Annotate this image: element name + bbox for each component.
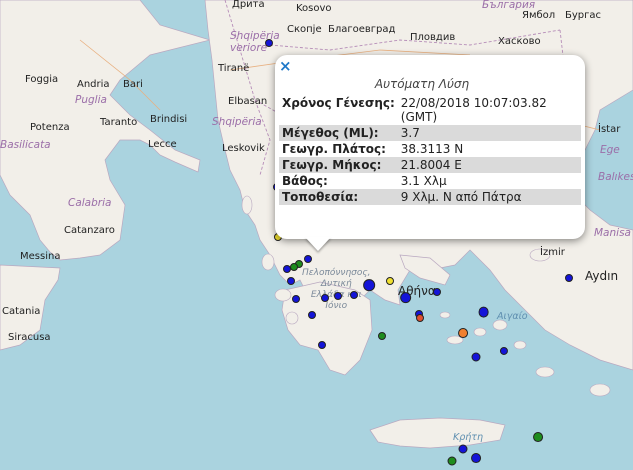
- earthquake-marker[interactable]: [283, 264, 292, 273]
- info-value: 38.3113 N: [400, 142, 464, 156]
- label-ist: İstar: [598, 124, 621, 135]
- label-balikesir: Balıkesir: [598, 171, 633, 183]
- earthquake-marker[interactable]: [432, 287, 441, 296]
- label-puglia: Puglia: [75, 94, 107, 106]
- earthquake-marker[interactable]: [265, 39, 274, 48]
- label-basilicata: Basilicata: [0, 139, 51, 151]
- label-foggia: Foggia: [25, 74, 59, 85]
- popup-title: Αυτόματη Λύση: [374, 77, 470, 91]
- info-key: Τοποθεσία:: [279, 189, 398, 205]
- label-burgas: Бургас: [565, 10, 602, 21]
- info-value: 21.8004 E: [397, 157, 581, 173]
- label-calabria: Calabria: [68, 197, 112, 209]
- earthquake-marker[interactable]: [470, 453, 481, 464]
- label-ege: Ege: [600, 144, 620, 156]
- label-bulgaria: България: [482, 0, 536, 11]
- label-blagoevgrad: Благоевград: [328, 24, 396, 35]
- earthquake-info-popup: × Αυτόματη Λύση Χρόνος Γένεσης: 22/08/201…: [275, 55, 585, 239]
- land-crete: [369, 417, 506, 449]
- label-izmir: İzmir: [540, 247, 565, 258]
- label-aydin: Aydın: [585, 269, 619, 283]
- label-taranto: Taranto: [100, 117, 138, 128]
- earthquake-marker[interactable]: [565, 274, 574, 283]
- earthquake-marker[interactable]: [447, 456, 457, 466]
- label-catanzaro: Catanzaro: [64, 225, 115, 236]
- earthquake-marker[interactable]: [321, 293, 329, 302]
- earthquake-marker[interactable]: [308, 311, 316, 320]
- label-haskovo: Хасково: [498, 36, 541, 47]
- info-row: Βάθος: 3.1 Χλμ: [279, 173, 581, 189]
- label-plovdiv: Пловдив: [410, 32, 456, 43]
- earthquake-marker[interactable]: [471, 352, 481, 362]
- close-icon[interactable]: ×: [279, 57, 292, 75]
- label-lecce: Lecce: [148, 139, 177, 150]
- label-kosovo: Kosovo: [296, 3, 332, 14]
- earthquake-marker[interactable]: [318, 341, 327, 350]
- info-row: Χρόνος Γένεσης: 22/08/2018 10:07:03.82 (G…: [279, 95, 581, 125]
- label-yambol: Ямбол: [522, 10, 556, 21]
- info-value: 3.7: [397, 125, 581, 141]
- label-drita: Дрита: [232, 0, 265, 10]
- info-key: Βάθος:: [282, 174, 328, 188]
- label-elbasan: Elbasan: [228, 96, 268, 107]
- label-brindisi: Brindisi: [150, 114, 188, 125]
- earthquake-marker[interactable]: [363, 279, 376, 291]
- info-row: Τοποθεσία: 9 Χλμ. Ν από Πάτρα: [279, 189, 581, 205]
- label-manisa: Manisa: [594, 227, 631, 239]
- label-messina: Messina: [20, 251, 61, 262]
- earthquake-marker[interactable]: [399, 291, 412, 304]
- earthquake-marker[interactable]: [303, 254, 312, 263]
- label-siracusa: Siracusa: [8, 332, 51, 343]
- label-albania: Shqipëria: [212, 116, 262, 128]
- earthquake-marker[interactable]: [334, 292, 342, 301]
- earthquake-marker[interactable]: [378, 332, 387, 341]
- info-row: Μέγεθος (ML): 3.7: [279, 125, 581, 141]
- label-andria: Andria: [77, 79, 110, 90]
- info-key: Γεωγρ. Μήκος:: [279, 157, 398, 173]
- earthquake-marker[interactable]: [287, 276, 296, 285]
- info-key: Χρόνος Γένεσης:: [282, 96, 395, 110]
- earthquake-info-table: Χρόνος Γένεσης: 22/08/2018 10:07:03.82 (G…: [279, 95, 581, 205]
- info-key: Μέγεθος (ML):: [279, 125, 398, 141]
- earthquake-marker[interactable]: [457, 328, 468, 339]
- label-aigaio: Αιγαίο: [497, 311, 528, 322]
- info-value: 22/08/2018 10:07:03.82 (GMT): [400, 96, 547, 124]
- earthquake-marker[interactable]: [349, 290, 358, 299]
- info-value: 3.1 Χλμ: [400, 174, 447, 188]
- label-tirane: Tiranë: [218, 63, 250, 74]
- label-bari: Bari: [123, 79, 143, 90]
- info-key: Γεωγρ. Πλάτος:: [282, 142, 386, 156]
- label-leskovik: Leskovik: [222, 143, 265, 154]
- label-skopje: Скопје: [287, 24, 322, 35]
- earthquake-marker[interactable]: [386, 276, 394, 285]
- label-peloponnisos: Πελοπόννησος, Δυτική Ελλάδα και Ιόνιο: [302, 268, 371, 311]
- info-row: Γεωγρ. Πλάτος: 38.3113 N: [279, 141, 581, 157]
- popup-pointer: [305, 237, 331, 251]
- info-row: Γεωγρ. Μήκος: 21.8004 E: [279, 157, 581, 173]
- label-catania: Catania: [2, 306, 41, 317]
- map-canvas[interactable]: Kosovo Shqipëria veriore Скопје Благоевг…: [0, 0, 633, 470]
- earthquake-marker[interactable]: [416, 314, 425, 323]
- label-potenza: Potenza: [30, 122, 70, 133]
- label-kriti: Κρήτη: [453, 432, 484, 443]
- earthquake-marker[interactable]: [292, 295, 301, 304]
- earthquake-marker[interactable]: [478, 306, 489, 318]
- info-value: 9 Χλμ. Ν από Πάτρα: [397, 189, 581, 205]
- earthquake-marker[interactable]: [458, 444, 468, 454]
- earthquake-marker[interactable]: [533, 432, 544, 443]
